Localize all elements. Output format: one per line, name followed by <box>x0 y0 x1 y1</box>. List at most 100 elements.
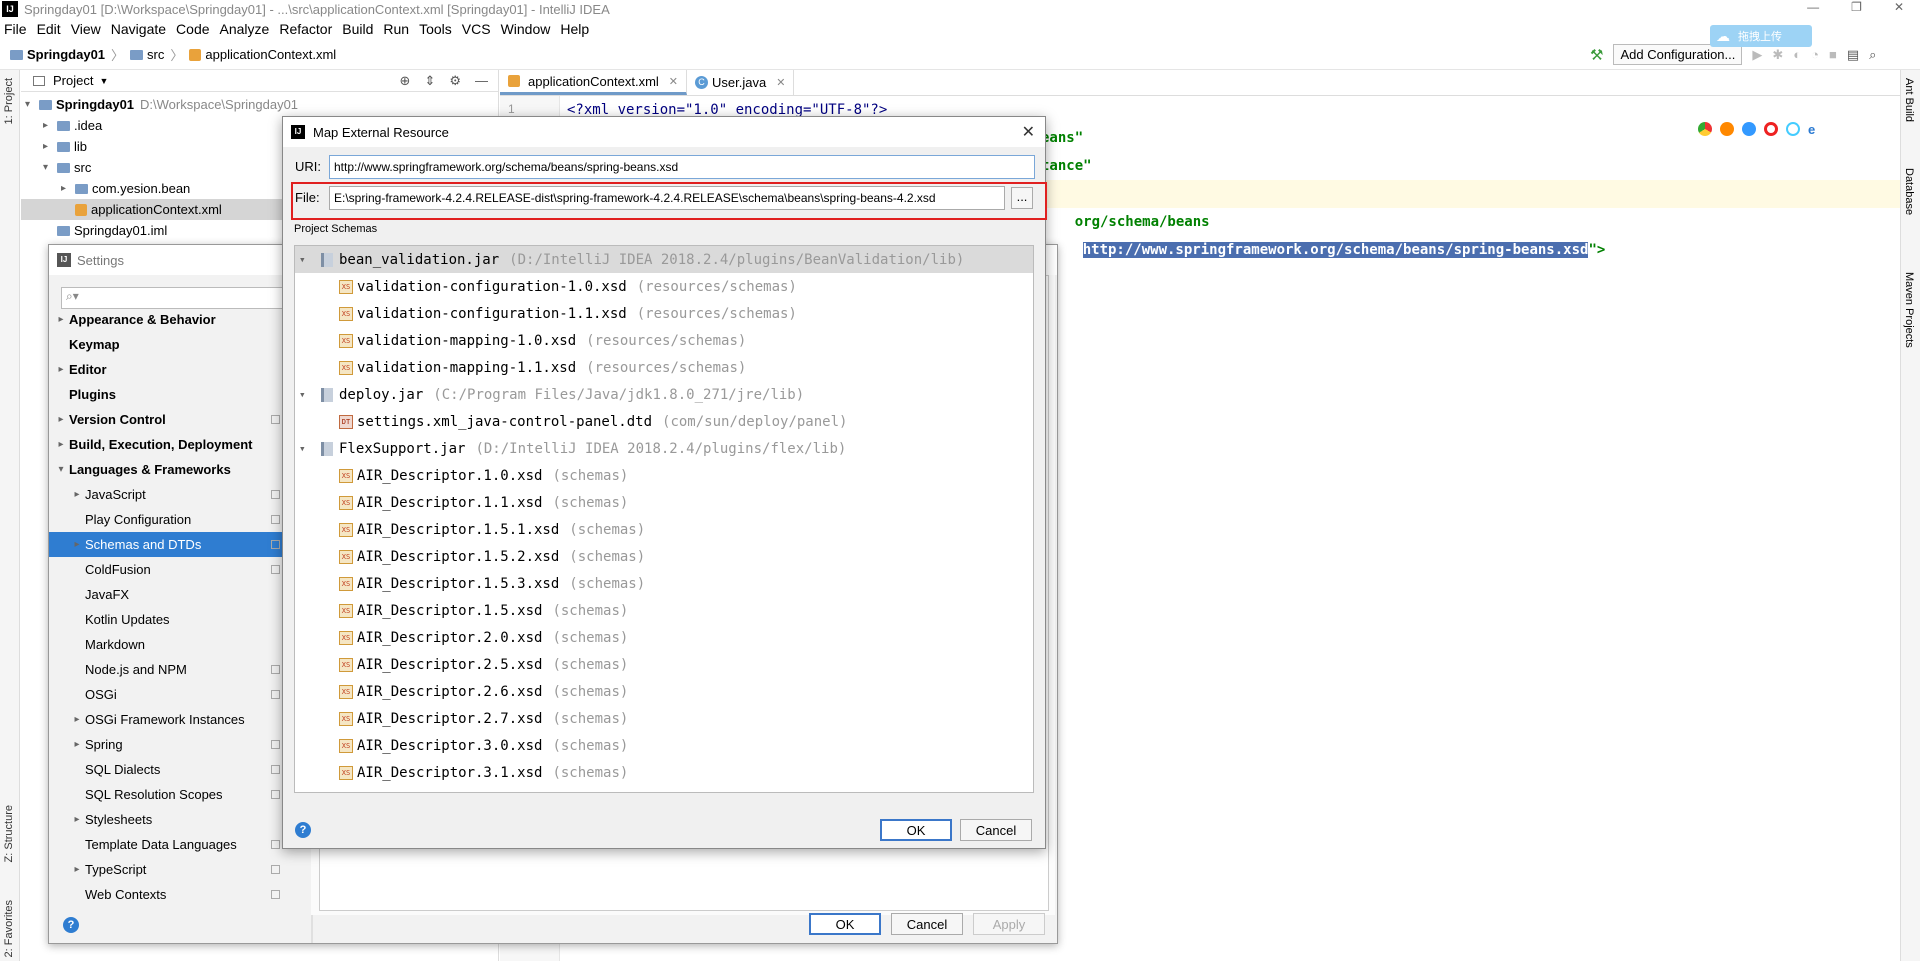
settings-item[interactable]: ▸ Version Control <box>49 407 284 432</box>
menu-tools[interactable]: Tools <box>419 21 452 37</box>
settings-item[interactable]: SQL Resolution Scopes <box>49 782 284 807</box>
settings-item[interactable]: OSGi <box>49 682 284 707</box>
menu-file[interactable]: File <box>4 21 27 37</box>
project-tree-item[interactable]: ▾ Springday01 D:\Workspace\Springday01 <box>21 94 498 115</box>
schema-file-row[interactable]: XS validation-configuration-1.1.xsd (resou… <box>295 300 1033 327</box>
schema-file-row[interactable]: XS AIR_Descriptor.2.6.xsd (schemas) <box>295 678 1033 705</box>
settings-item[interactable]: Kotlin Updates <box>49 607 284 632</box>
expand-arrow-icon[interactable]: ▸ <box>69 714 85 725</box>
settings-search-input[interactable]: ⌕▾ <box>61 287 296 309</box>
expand-arrow-icon[interactable]: ▾ <box>299 253 321 266</box>
menu-view[interactable]: View <box>71 21 101 37</box>
stop-icon[interactable]: ■ <box>1829 47 1837 62</box>
project-structure-icon[interactable]: ▤ <box>1847 47 1859 63</box>
restore-icon[interactable]: ❐ <box>1851 0 1862 14</box>
breadcrumb-file[interactable]: applicationContext.xml <box>205 47 336 62</box>
opera-icon[interactable] <box>1764 122 1778 136</box>
chevron-down-icon[interactable]: ▼ <box>99 76 108 86</box>
map-ok-button[interactable]: OK <box>880 819 952 841</box>
locate-icon[interactable]: ⊕ <box>400 73 411 89</box>
schema-jar-row[interactable]: ▾ bean_validation.jar (D:/IntelliJ IDEA 20… <box>295 246 1033 273</box>
schema-file-row[interactable]: XS AIR_Descriptor.1.5.xsd (schemas) <box>295 597 1033 624</box>
edge-icon[interactable]: e <box>1808 122 1815 137</box>
expand-arrow-icon[interactable]: ▸ <box>43 120 57 131</box>
menu-edit[interactable]: Edit <box>37 21 61 37</box>
expand-arrow-icon[interactable]: ▸ <box>69 489 85 500</box>
expand-arrow-icon[interactable]: ▸ <box>53 314 69 325</box>
ant-build-tool-tab[interactable]: Ant Build <box>1903 78 1915 122</box>
expand-arrow-icon[interactable]: ▸ <box>43 141 57 152</box>
schema-file-row[interactable]: DT settings.xml_java-control-panel.dtd (co… <box>295 408 1033 435</box>
menu-refactor[interactable]: Refactor <box>279 21 332 37</box>
schema-file-row[interactable]: XS AIR_Descriptor.1.0.xsd (schemas) <box>295 462 1033 489</box>
schema-file-row[interactable]: XS AIR_Descriptor.3.0.xsd (schemas) <box>295 732 1033 759</box>
settings-item[interactable]: ColdFusion <box>49 557 284 582</box>
menu-build[interactable]: Build <box>342 21 373 37</box>
menu-help[interactable]: Help <box>560 21 589 37</box>
schema-file-row[interactable]: XS AIR_Descriptor.2.5.xsd (schemas) <box>295 651 1033 678</box>
settings-item[interactable]: SQL Dialects <box>49 757 284 782</box>
menu-run[interactable]: Run <box>383 21 409 37</box>
settings-item[interactable]: ▸ JavaScript <box>49 482 284 507</box>
settings-item[interactable]: Play Configuration <box>49 507 284 532</box>
schema-file-row[interactable]: XS validation-configuration-1.0.xsd (resou… <box>295 273 1033 300</box>
settings-ok-button[interactable]: OK <box>809 913 881 935</box>
settings-item[interactable]: Markdown <box>49 632 284 657</box>
menu-vcs[interactable]: VCS <box>462 21 491 37</box>
close-icon[interactable]: ✕ <box>669 75 678 88</box>
search-everywhere-icon[interactable]: ⌕ <box>1869 47 1876 63</box>
ie-icon[interactable] <box>1786 122 1800 136</box>
profile-icon[interactable]: ◔ <box>1811 47 1819 62</box>
chrome-icon[interactable] <box>1698 122 1712 136</box>
build-hammer-icon[interactable]: ⚒ <box>1590 46 1603 64</box>
breadcrumb-project[interactable]: Springday01 <box>27 47 105 62</box>
firefox-icon[interactable] <box>1720 122 1734 136</box>
menu-window[interactable]: Window <box>501 21 551 37</box>
expand-arrow-icon[interactable]: ▾ <box>299 388 321 401</box>
schema-file-row[interactable]: XS AIR_Descriptor.1.5.2.xsd (schemas) <box>295 543 1033 570</box>
expand-arrow-icon[interactable]: ▸ <box>69 739 85 750</box>
uri-input[interactable]: http://www.springframework.org/schema/be… <box>329 155 1035 179</box>
structure-tool-tab[interactable]: Z: Structure <box>3 805 15 862</box>
expand-arrow-icon[interactable]: ▾ <box>25 99 39 110</box>
settings-item[interactable]: Web Contexts <box>49 882 284 907</box>
help-icon[interactable]: ? <box>63 917 79 933</box>
add-configuration-button[interactable]: Add Configuration... <box>1613 44 1743 65</box>
schema-file-row[interactable]: XS validation-mapping-1.0.xsd (resources/s… <box>295 327 1033 354</box>
expand-arrow-icon[interactable]: ▸ <box>53 364 69 375</box>
settings-item[interactable]: ▸ Appearance & Behavior <box>49 307 284 332</box>
settings-item[interactable]: Plugins <box>49 382 284 407</box>
menu-code[interactable]: Code <box>176 21 209 37</box>
settings-item[interactable]: ▸ Schemas and DTDs <box>49 532 284 557</box>
breadcrumb-src[interactable]: src <box>147 47 164 62</box>
close-icon[interactable]: ✕ <box>1022 122 1035 142</box>
expand-arrow-icon[interactable]: ▾ <box>53 464 69 475</box>
minimize-icon[interactable]: — <box>1807 0 1819 14</box>
settings-item[interactable]: JavaFX <box>49 582 284 607</box>
map-cancel-button[interactable]: Cancel <box>960 819 1032 841</box>
settings-item[interactable]: ▸ Spring <box>49 732 284 757</box>
gear-icon[interactable]: ⚙ <box>449 73 461 89</box>
settings-item[interactable]: ▾ Languages & Frameworks <box>49 457 284 482</box>
settings-item[interactable]: ▸ Editor <box>49 357 284 382</box>
settings-apply-button[interactable]: Apply <box>973 913 1045 935</box>
tab-user-java[interactable]: C User.java ✕ <box>687 70 795 95</box>
hide-panel-icon[interactable]: — <box>475 73 488 89</box>
schema-file-row[interactable]: XS AIR_Descriptor.2.0.xsd (schemas) <box>295 624 1033 651</box>
debug-icon[interactable]: ✱ <box>1772 47 1783 63</box>
schema-file-row[interactable]: XS AIR_Descriptor.2.7.xsd (schemas) <box>295 705 1033 732</box>
settings-item[interactable]: ▸ Stylesheets <box>49 807 284 832</box>
maven-projects-tool-tab[interactable]: Maven Projects <box>1903 272 1915 348</box>
project-schemas-list[interactable]: ▾ bean_validation.jar (D:/IntelliJ IDEA 20… <box>294 245 1034 793</box>
favorites-tool-tab[interactable]: 2: Favorites <box>3 900 15 957</box>
baidu-upload-widget[interactable]: ☁ 拖拽上传 <box>1710 25 1812 47</box>
close-window-icon[interactable]: ✕ <box>1894 0 1904 14</box>
expand-arrow-icon[interactable]: ▸ <box>53 439 69 450</box>
menu-analyze[interactable]: Analyze <box>220 21 270 37</box>
schema-jar-row[interactable]: ▾ FlexSupport.jar (D:/IntelliJ IDEA 2018.2… <box>295 435 1033 462</box>
expand-arrow-icon[interactable]: ▸ <box>69 814 85 825</box>
settings-cancel-button[interactable]: Cancel <box>891 913 963 935</box>
database-tool-tab[interactable]: Database <box>1903 168 1915 215</box>
schema-jar-row[interactable]: ▾ deploy.jar (C:/Program Files/Java/jdk1.8… <box>295 381 1033 408</box>
project-tool-tab[interactable]: 1: Project <box>3 78 15 124</box>
